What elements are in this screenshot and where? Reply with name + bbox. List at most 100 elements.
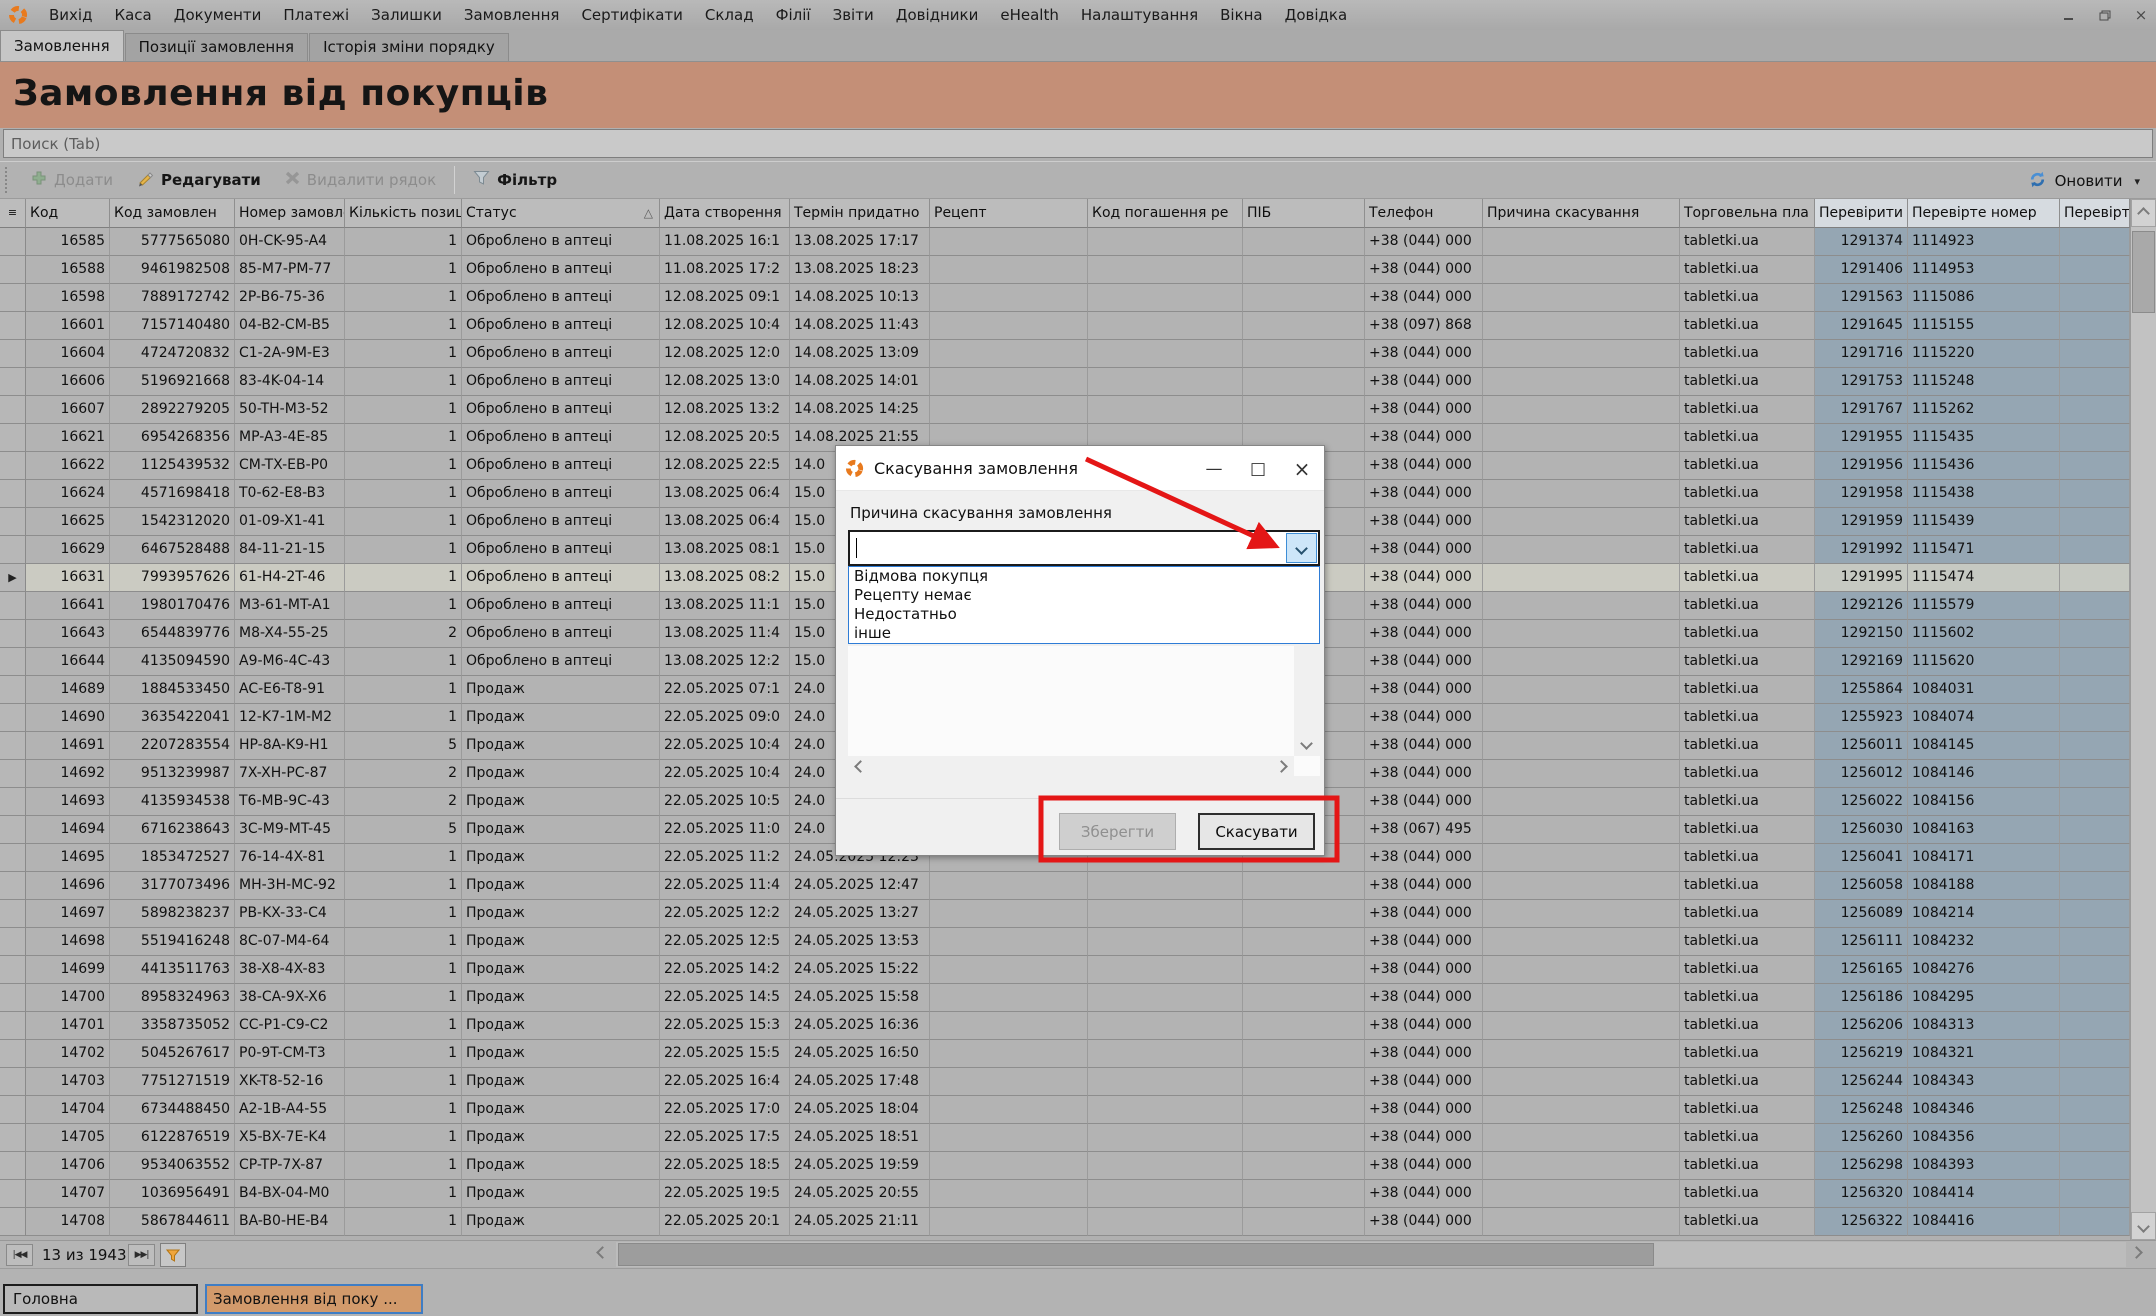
menu-item-4[interactable]: Залишки — [360, 0, 453, 30]
menu-item-9[interactable]: Звіти — [822, 0, 885, 30]
menu-item-0[interactable]: Вихід — [38, 0, 103, 30]
column-header-3[interactable]: Кількість позицій — [345, 199, 462, 228]
tab-1[interactable]: Позиції замовлення — [125, 33, 308, 61]
dialog-minimize-icon[interactable]: — — [1192, 446, 1236, 491]
column-header-11[interactable]: Причина скасування — [1483, 199, 1680, 228]
table-row[interactable]: 16601715714048004-B2-CM-B51Оброблено в а… — [0, 312, 2130, 340]
navigator-filter-icon[interactable] — [160, 1243, 186, 1267]
hscroll-left-icon[interactable] — [596, 1246, 609, 1259]
table-row[interactable]: 147056122876519X5-BX-7E-K41Продаж22.05.2… — [0, 1124, 2130, 1152]
menu-item-2[interactable]: Документи — [163, 0, 273, 30]
edit-button[interactable]: Редагувати — [125, 165, 273, 195]
table-row[interactable]: 147071036956491B4-BX-04-M01Продаж22.05.2… — [0, 1180, 2130, 1208]
close-icon[interactable]: × — [2130, 5, 2152, 25]
dropdown-option-2[interactable]: Недостатньо — [849, 605, 1319, 624]
table-row[interactable]: 14699441351176338-X8-4X-831Продаж22.05.2… — [0, 956, 2130, 984]
column-header-9[interactable]: ПІБ — [1243, 199, 1365, 228]
table-row[interactable]: 147085867844611BA-B0-HE-B41Продаж22.05.2… — [0, 1208, 2130, 1236]
dropdown-option-3[interactable]: інше — [849, 624, 1319, 643]
cell: tabletki.ua — [1680, 1124, 1815, 1152]
column-header-13[interactable]: Перевірити — [1815, 199, 1908, 228]
refresh-button[interactable]: Оновити ▾ — [2028, 162, 2140, 200]
menu-item-3[interactable]: Платежі — [272, 0, 360, 30]
column-header-10[interactable]: Телефон — [1365, 199, 1483, 228]
horizontal-scrollbar[interactable] — [616, 1242, 2126, 1267]
comment-textarea[interactable] — [848, 646, 1320, 776]
menu-item-11[interactable]: eHealth — [989, 0, 1069, 30]
menu-item-13[interactable]: Вікна — [1209, 0, 1274, 30]
table-row[interactable]: 146963177073496MH-3H-MC-921Продаж22.05.2… — [0, 872, 2130, 900]
restore-icon[interactable] — [2094, 5, 2116, 25]
cell: 7993957626 — [110, 564, 235, 592]
horizontal-scrollbar-thumb[interactable] — [618, 1243, 1654, 1266]
column-header-7[interactable]: Рецепт — [930, 199, 1088, 228]
memo-scroll-left-icon[interactable] — [854, 760, 867, 773]
add-button[interactable]: Додати — [19, 165, 125, 195]
memo-scroll-right-icon[interactable] — [1275, 760, 1288, 773]
scroll-up-icon[interactable] — [2131, 199, 2156, 227]
minimize-icon[interactable] — [2058, 5, 2080, 25]
table-row[interactable]: 16606519692166883-4K-04-141Оброблено в а… — [0, 368, 2130, 396]
table-row[interactable]: 1658557775650800H-CK-95-A41Оброблено в а… — [0, 228, 2130, 256]
hscroll-right-icon[interactable] — [2130, 1246, 2143, 1259]
last-record-icon[interactable]: ▶▶| — [128, 1244, 155, 1266]
column-header-6[interactable]: Термін придатно — [790, 199, 930, 228]
table-row[interactable]: 1659878891727422P-B6-75-361Оброблено в а… — [0, 284, 2130, 312]
vertical-scrollbar[interactable] — [2130, 199, 2156, 1240]
column-header-5[interactable]: Дата створення — [660, 199, 790, 228]
table-row[interactable]: 166044724720832C1-2A-9M-E31Оброблено в а… — [0, 340, 2130, 368]
table-row[interactable]: 16607289227920550-TH-M3-521Оброблено в а… — [0, 396, 2130, 424]
cell: 1 — [345, 844, 462, 872]
dropdown-option-0[interactable]: Відмова покупця — [849, 567, 1319, 586]
menu-item-7[interactable]: Склад — [694, 0, 765, 30]
menu-item-14[interactable]: Довідка — [1274, 0, 1359, 30]
menu-item-6[interactable]: Сертифікати — [570, 0, 693, 30]
column-header-12[interactable]: Торговельна пла — [1680, 199, 1815, 228]
table-row[interactable]: 147046734488450A2-1B-A4-551Продаж22.05.2… — [0, 1096, 2130, 1124]
refresh-dropdown-icon[interactable]: ▾ — [2134, 175, 2140, 188]
table-row[interactable]: 147013358735052CC-P1-C9-C21Продаж22.05.2… — [0, 1012, 2130, 1040]
column-header-8[interactable]: Код погашення ре — [1088, 199, 1243, 228]
cancel-button[interactable]: Скасувати — [1198, 813, 1315, 850]
dropdown-option-1[interactable]: Рецепту немає — [849, 586, 1319, 605]
table-row[interactable]: 147037751271519XK-T8-52-161Продаж22.05.2… — [0, 1068, 2130, 1096]
menu-item-12[interactable]: Налаштування — [1070, 0, 1209, 30]
filter-button[interactable]: Фільтр — [461, 165, 569, 195]
dialog-close-icon[interactable]: × — [1280, 446, 1324, 491]
memo-horizontal-scrollbar[interactable] — [848, 756, 1294, 776]
cell: 16598 — [26, 284, 110, 312]
cell: 1291753 — [1815, 368, 1908, 396]
column-header-15[interactable]: Перевірт — [2060, 199, 2130, 228]
column-header-14[interactable]: Перевірте номер — [1908, 199, 2060, 228]
table-row[interactable]: 147025045267617P0-9T-CM-T31Продаж22.05.2… — [0, 1040, 2130, 1068]
taskbar-current-button[interactable]: Замовлення від поку ... — [205, 1284, 423, 1314]
table-row[interactable]: 16588946198250885-M7-PM-771Оброблено в а… — [0, 256, 2130, 284]
taskbar-home-button[interactable]: Головна — [3, 1284, 198, 1314]
column-header-2[interactable]: Номер замовленн — [235, 199, 345, 228]
column-header-4[interactable]: Статус△ — [462, 199, 660, 228]
save-button[interactable]: Зберегти — [1059, 813, 1176, 850]
column-header-1[interactable]: Код замовлен — [110, 199, 235, 228]
scroll-down-icon[interactable] — [2131, 1212, 2156, 1240]
menu-item-8[interactable]: Філії — [765, 0, 822, 30]
vertical-scrollbar-thumb[interactable] — [2132, 231, 2155, 313]
memo-vertical-scrollbar[interactable] — [1294, 646, 1320, 756]
reason-combobox[interactable] — [848, 530, 1320, 566]
table-row[interactable]: 147069534063552CP-TP-7X-871Продаж22.05.2… — [0, 1152, 2130, 1180]
table-row[interactable]: 146975898238237PB-KX-33-C41Продаж22.05.2… — [0, 900, 2130, 928]
menu-item-10[interactable]: Довідники — [885, 0, 990, 30]
tab-2[interactable]: Історія зміни порядку — [309, 33, 509, 61]
first-record-icon[interactable]: |◀◀ — [6, 1244, 33, 1266]
memo-scroll-down-icon[interactable] — [1300, 737, 1313, 750]
column-header-0[interactable]: Код — [26, 199, 110, 228]
search-input[interactable] — [3, 129, 2153, 158]
menu-item-5[interactable]: Замовлення — [453, 0, 571, 30]
table-row[interactable]: 1469855194162488C-07-M4-641Продаж22.05.2… — [0, 928, 2130, 956]
reason-dropdown-button[interactable] — [1286, 533, 1317, 563]
tab-0[interactable]: Замовлення — [0, 30, 124, 61]
dialog-maximize-icon[interactable]: □ — [1236, 446, 1280, 491]
cell: tabletki.ua — [1680, 1040, 1815, 1068]
menu-item-1[interactable]: Каса — [103, 0, 162, 30]
table-row[interactable]: 14700895832496338-CA-9X-X61Продаж22.05.2… — [0, 984, 2130, 1012]
delete-row-button[interactable]: Видалити рядок — [273, 165, 448, 195]
